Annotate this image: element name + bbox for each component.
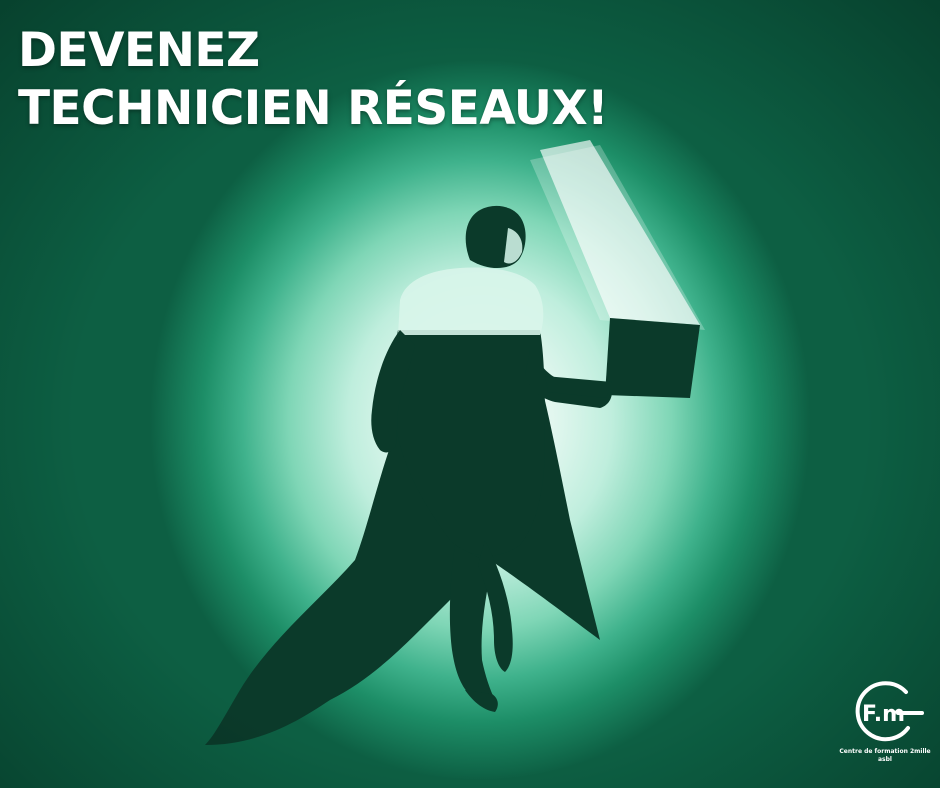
headline-line-2: TECHNICIEN RÉSEAUX!	[18, 81, 609, 136]
laptop-screen	[605, 318, 700, 398]
upper-body-lit	[398, 267, 544, 335]
logo-mark-text: F.m	[862, 702, 905, 727]
logo-caption-line-1: Centre de formation 2mille	[839, 748, 931, 755]
headline: DEVENEZ TECHNICIEN RÉSEAUX!	[18, 22, 609, 138]
foot-silhouette	[465, 690, 498, 712]
logo-caption-line-2: asbl	[878, 756, 892, 763]
light-beam-glow	[530, 145, 705, 330]
logo-caption: Centre de formation 2mille asbl	[838, 748, 932, 764]
poster-background: DEVENEZ TECHNICIEN RÉSEAUX! F.m Centre d…	[0, 0, 940, 788]
headline-line-1: DEVENEZ	[18, 23, 260, 78]
logo-mark-icon: F.m	[855, 681, 924, 742]
organization-logo: F.m Centre de formation 2mille asbl	[838, 680, 932, 776]
